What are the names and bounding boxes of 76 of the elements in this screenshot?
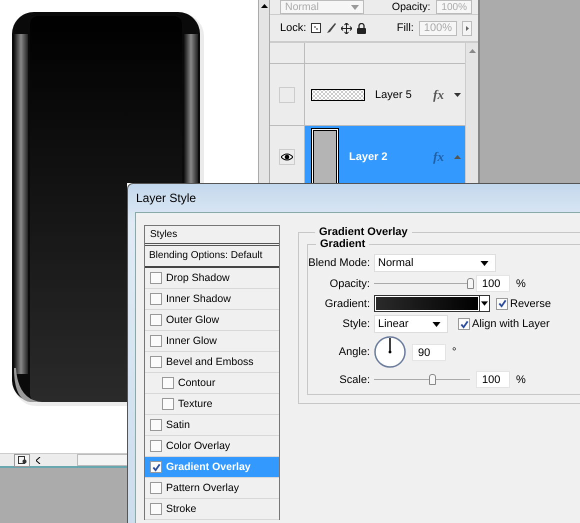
- checkbox[interactable]: [150, 482, 162, 494]
- checkbox[interactable]: [150, 419, 162, 431]
- page-icon: [18, 456, 26, 464]
- style-list-item[interactable]: Stroke: [145, 499, 279, 520]
- fx-label: fx: [433, 148, 444, 164]
- status-button[interactable]: [14, 454, 30, 466]
- checkbox[interactable]: [150, 314, 162, 326]
- eye-icon: [281, 152, 293, 160]
- unit-label: °: [452, 346, 456, 358]
- section-title: Gradient Overlay: [318, 226, 409, 238]
- style-list-item[interactable]: Bevel and Emboss: [145, 352, 279, 373]
- style-dropdown[interactable]: Linear: [374, 315, 448, 333]
- dialog-title: Layer Style: [135, 190, 198, 207]
- checkbox[interactable]: [150, 272, 162, 284]
- angle-field[interactable]: 90: [412, 344, 446, 360]
- angle-dial[interactable]: [374, 336, 406, 368]
- style-list-item[interactable]: Inner Shadow: [145, 289, 279, 310]
- checker-icon[interactable]: [311, 23, 322, 33]
- caret-icon: [480, 260, 489, 266]
- checkbox-label: Reverse: [510, 298, 551, 310]
- checkbox[interactable]: [150, 461, 162, 473]
- checkbox[interactable]: [162, 377, 174, 389]
- field-label: Gradient:: [324, 298, 371, 310]
- opacity-label: Opacity:: [392, 0, 430, 14]
- style-list-item[interactable]: Pattern Overlay: [145, 478, 279, 499]
- blend-mode-dropdown[interactable]: Normal: [374, 254, 496, 272]
- scale-field[interactable]: 100: [476, 371, 510, 388]
- arrow-right-icon: [466, 26, 468, 30]
- opacity-field[interactable]: 100: [476, 275, 510, 292]
- field-label: Angle:: [338, 346, 371, 358]
- checkbox[interactable]: [150, 356, 162, 368]
- style-list-item[interactable]: Inner Glow: [145, 331, 279, 352]
- checkbox[interactable]: [150, 335, 162, 347]
- gradient-picker[interactable]: [374, 295, 490, 312]
- layer-thumbnail: [311, 88, 365, 100]
- unit-label: %: [516, 374, 526, 386]
- expand-icon[interactable]: [454, 92, 461, 96]
- checkbox[interactable]: [458, 318, 470, 330]
- field-label: Blend Mode:: [308, 257, 371, 269]
- style-list-item[interactable]: Drop Shadow: [145, 268, 279, 289]
- slider-thumb[interactable]: [467, 278, 474, 288]
- checkbox[interactable]: [496, 298, 508, 310]
- field-label: Style:: [341, 318, 371, 330]
- visibility-toggle[interactable]: [279, 86, 295, 102]
- move-icon[interactable]: [341, 22, 352, 34]
- slider-track[interactable]: [374, 372, 470, 386]
- caret-icon: [481, 301, 488, 306]
- style-list-item[interactable]: Contour: [145, 373, 279, 394]
- brush-icon[interactable]: [326, 22, 336, 34]
- scroll-up-icon[interactable]: [260, 4, 268, 8]
- collapse-icon[interactable]: [454, 154, 461, 158]
- visibility-toggle[interactable]: [279, 148, 295, 164]
- field-label: Scale:: [338, 374, 371, 386]
- style-list-item[interactable]: Satin: [145, 415, 279, 436]
- field-label: Opacity:: [328, 278, 371, 290]
- checkbox[interactable]: [162, 398, 174, 410]
- checkbox[interactable]: [150, 503, 162, 515]
- layer-thumbnail: [311, 128, 339, 186]
- scroll-left-icon[interactable]: [36, 456, 41, 464]
- fill-arrow-button[interactable]: [462, 20, 472, 36]
- unit-label: %: [516, 278, 526, 290]
- slider-thumb[interactable]: [428, 374, 436, 384]
- style-list-item[interactable]: Texture: [145, 394, 279, 415]
- lock-label: Lock:: [280, 22, 306, 34]
- fx-label: fx: [433, 86, 444, 102]
- fill-label: Fill:: [396, 22, 414, 34]
- lock-icon[interactable]: [357, 22, 366, 34]
- checkbox[interactable]: [150, 293, 162, 305]
- checkbox-label: Align with Layer: [472, 318, 550, 330]
- checkbox[interactable]: [150, 440, 162, 452]
- group-title: Gradient: [319, 238, 366, 250]
- styles-header[interactable]: Styles: [145, 226, 279, 246]
- style-list-item[interactable]: Outer Glow: [145, 310, 279, 331]
- caret-icon: [432, 322, 441, 326]
- blending-options-item[interactable]: Blending Options: Default: [145, 246, 279, 268]
- caret-icon: [351, 4, 359, 10]
